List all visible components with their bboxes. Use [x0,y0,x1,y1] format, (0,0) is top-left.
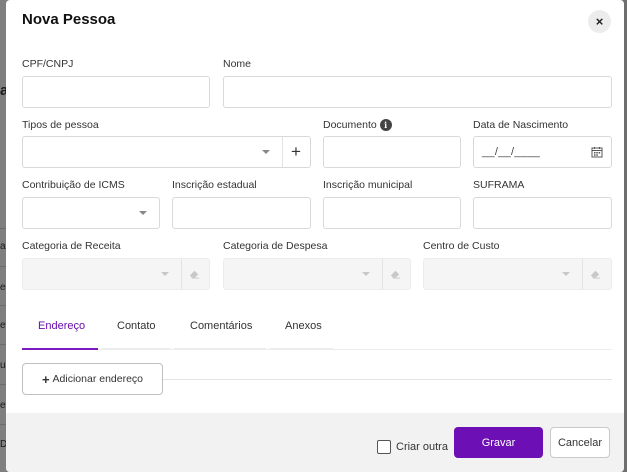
tab-anexos[interactable]: Anexos [285,320,322,332]
close-button[interactable]: × [588,10,611,33]
select-divider [582,259,583,289]
plus-icon: + [291,142,301,161]
nome-input[interactable] [224,77,611,107]
modal-footer: Criar outra Gravar Cancelar [6,413,624,472]
data-nascimento-label: Data de Nascimento [473,119,569,131]
add-address-label: Adicionar endereço [52,373,144,385]
inscricao-estadual-label: Inscrição estadual [172,179,257,191]
eraser-icon[interactable] [590,268,601,279]
categoria-despesa-label: Categoria de Despesa [223,240,328,252]
categoria-receita-select[interactable] [22,258,210,290]
calendar-icon[interactable] [591,146,603,158]
nome-label: Nome [223,58,252,70]
chevron-down-icon [161,272,169,276]
cpf-cnpj-input[interactable] [23,77,209,107]
centro-custo-select[interactable] [423,258,612,290]
tab-indicator [174,348,266,350]
centro-custo-label: Centro de Custo [423,240,500,252]
eraser-icon[interactable] [390,268,401,279]
select-divider [382,259,383,289]
inscricao-municipal-label: Inscrição municipal [323,179,413,191]
inscricao-estadual-field[interactable] [172,197,311,229]
tipos-pessoa-label: Tipos de pessoa [22,119,99,131]
nome-field[interactable] [223,76,612,108]
contribuicao-icms-select[interactable] [22,197,160,229]
cpf-cnpj-field[interactable] [22,76,210,108]
suframa-field[interactable] [473,197,612,229]
add-address-button[interactable]: + Adicionar endereço [22,363,163,395]
inscricao-municipal-field[interactable] [323,197,461,229]
suframa-input[interactable] [474,198,611,228]
plus-icon: + [41,371,50,387]
date-mask: __/__/____ [482,146,541,158]
eraser-icon[interactable] [189,268,200,279]
create-another-toggle[interactable]: Criar outra [377,440,448,454]
address-divider [163,379,612,380]
tab-comentarios[interactable]: Comentários [190,320,252,332]
contribuicao-icms-label: Contribuição de ICMS [22,179,125,191]
add-tipo-pessoa-button[interactable]: + [282,137,310,167]
tab-indicator-active [22,348,98,350]
cpf-cnpj-label: CPF/CNPJ [22,58,74,70]
new-person-modal: Nova Pessoa × CPF/CNPJ Nome Tipos de pes… [6,0,624,472]
tab-indicator [269,348,334,350]
chevron-down-icon [362,272,370,276]
chevron-down-icon [262,150,270,154]
create-another-checkbox[interactable] [377,440,391,454]
categoria-receita-label: Categoria de Receita [22,240,121,252]
suframa-label: SUFRAMA [473,179,525,191]
tipos-pessoa-select[interactable]: + [22,136,311,168]
save-button[interactable]: Gravar [454,427,543,458]
documento-input[interactable] [324,137,460,167]
documento-label: Documento i [323,119,392,131]
modal-title: Nova Pessoa [22,11,116,28]
cancel-button[interactable]: Cancelar [550,427,610,458]
tab-indicator [101,348,171,350]
create-another-label: Criar outra [396,441,448,453]
inscricao-estadual-input[interactable] [173,198,310,228]
select-divider [181,259,182,289]
chevron-down-icon [139,211,147,215]
info-icon[interactable]: i [379,119,392,131]
tab-contato[interactable]: Contato [117,320,156,332]
categoria-despesa-select[interactable] [223,258,411,290]
documento-label-text: Documento [323,119,377,131]
close-icon: × [595,14,604,29]
documento-field[interactable] [323,136,461,168]
inscricao-municipal-input[interactable] [324,198,460,228]
chevron-down-icon [562,272,570,276]
data-nascimento-field[interactable]: __/__/____ [473,136,612,168]
tab-endereco[interactable]: Endereço [38,320,85,332]
